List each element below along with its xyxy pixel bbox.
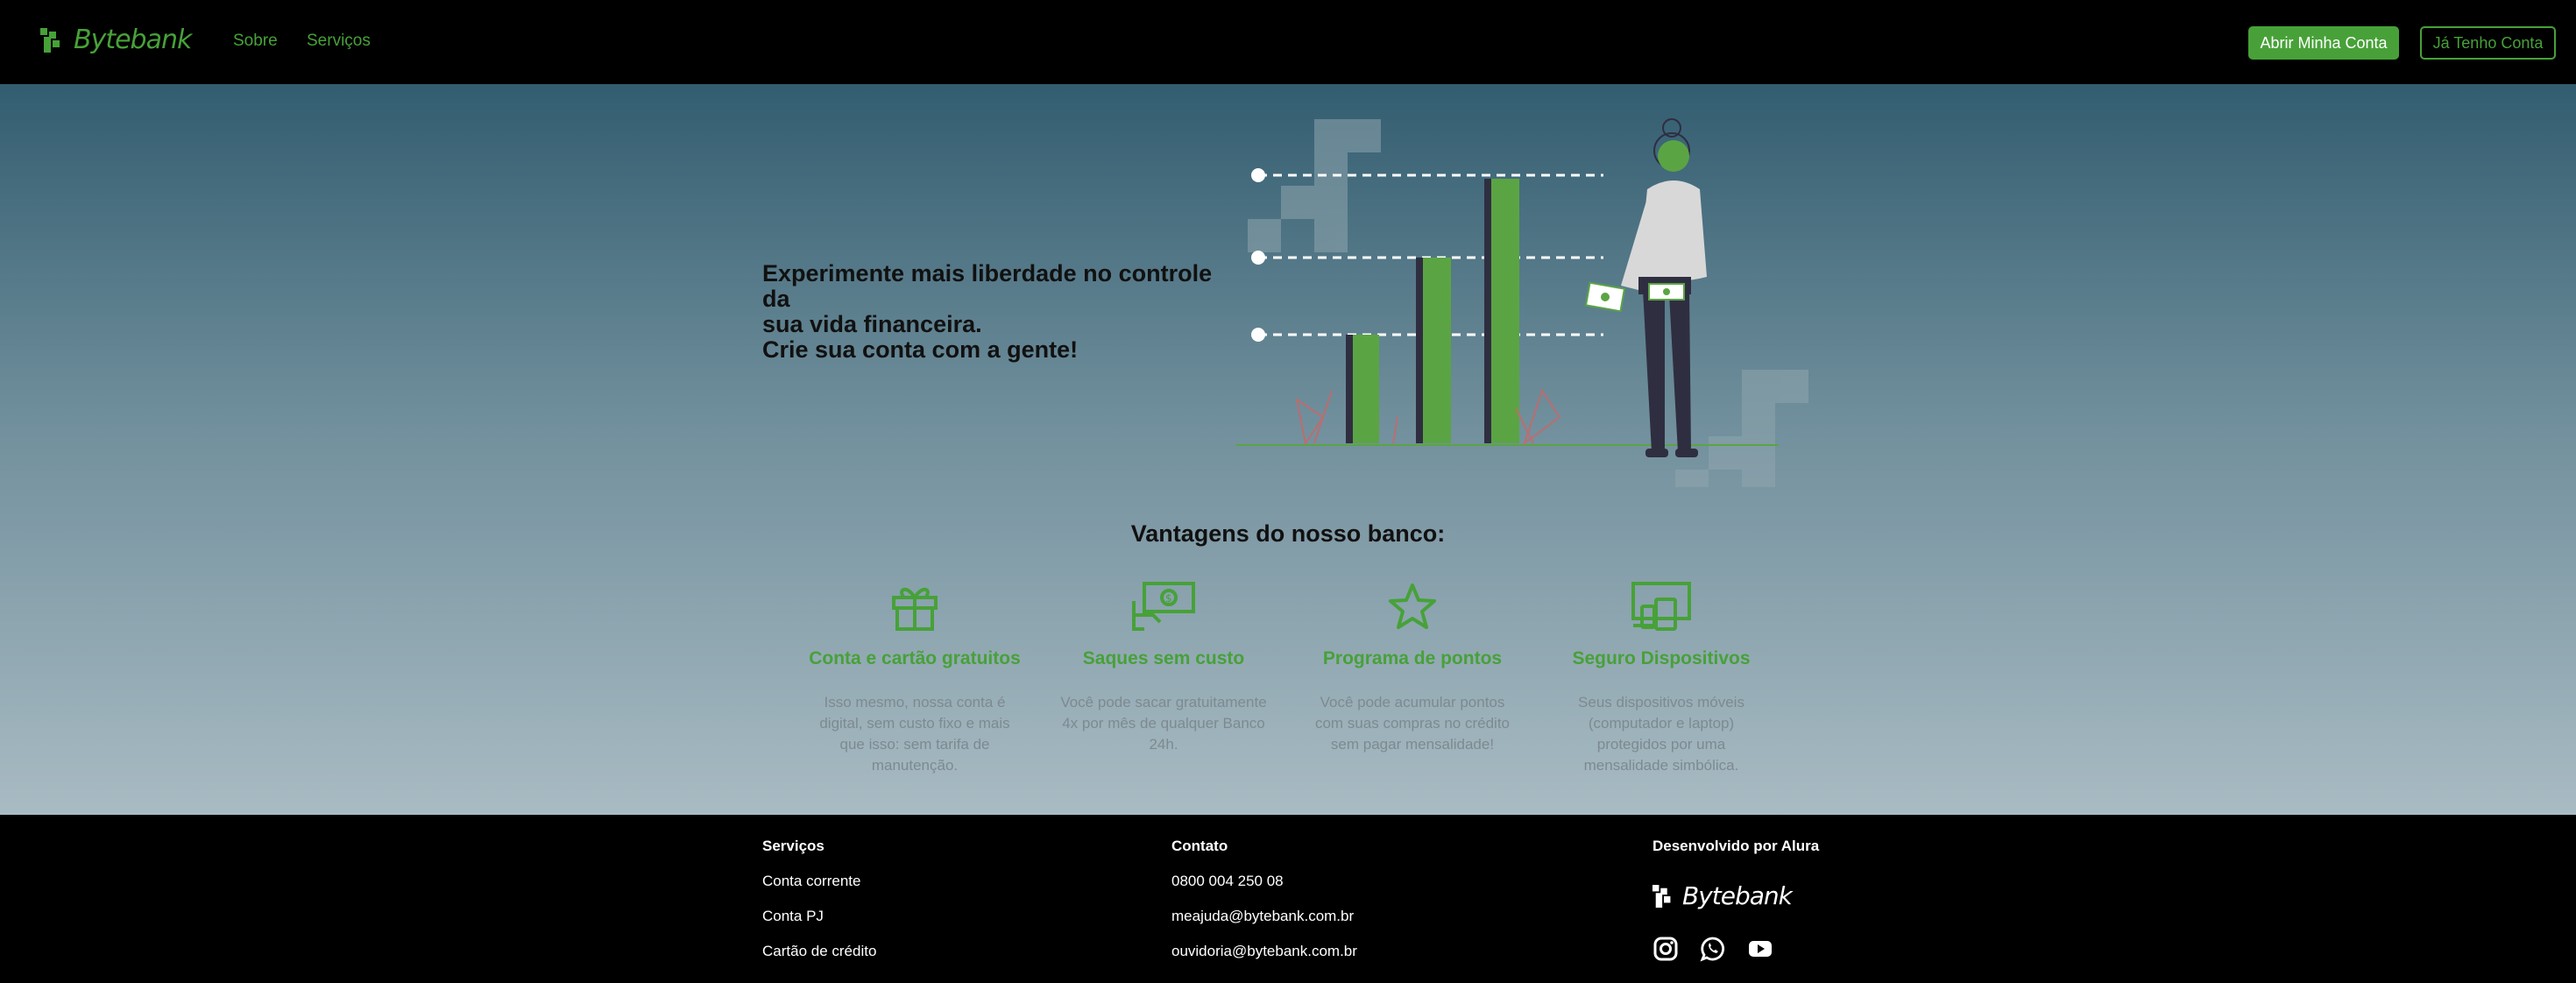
youtube-icon[interactable]	[1747, 936, 1773, 962]
login-button[interactable]: Já Tenho Conta	[2420, 26, 2556, 60]
benefit-text: Você pode acumular pontos com suas compr…	[1314, 694, 1511, 753]
pixel-pattern-top	[1248, 119, 1381, 252]
hero-line-2: sua vida financeira.	[762, 311, 982, 337]
hero-line-1: Experimente mais liberdade no controle d…	[762, 260, 1213, 312]
footer-link-credit-card[interactable]: Cartão de crédito	[762, 943, 876, 960]
footer-link-business-account[interactable]: Conta PJ	[762, 908, 824, 925]
nav-servicos[interactable]: Serviços	[307, 32, 371, 51]
benefit-card-free-account: Conta e cartão gratuitos Isso mesmo, nos…	[801, 578, 1029, 776]
benefit-card-device-insurance: Seguro Dispositivos Seus dispositivos mó…	[1547, 578, 1775, 776]
logo-text: Bytebank	[74, 25, 192, 55]
benefit-title: Saques sem custo	[1082, 648, 1245, 668]
star-icon	[1389, 583, 1436, 629]
benefit-title: Programa de pontos	[1322, 648, 1503, 668]
devices-icon	[1631, 582, 1691, 631]
instagram-icon[interactable]	[1652, 936, 1679, 962]
nav-sobre[interactable]: Sobre	[233, 32, 278, 51]
hero-headline: Experimente mais liberdade no controle d…	[762, 261, 1235, 363]
svg-text:$: $	[1165, 592, 1172, 605]
benefit-text: Seus dispositivos móveis (computador e l…	[1578, 694, 1744, 774]
site-header: Bytebank Sobre Serviços Abrir Minha Cont…	[0, 0, 2576, 84]
bytebank-logo[interactable]: Bytebank	[40, 25, 192, 55]
footer-email-ombudsman[interactable]: ouvidoria@bytebank.com.br	[1171, 943, 1357, 960]
hero-line-3: Crie sua conta com a gente!	[762, 336, 1079, 363]
benefits-title: Vantagens do nosso banco:	[1130, 520, 1446, 547]
footer-email-help[interactable]: meajuda@bytebank.com.br	[1171, 908, 1354, 925]
site-footer: Serviços Conta corrente Conta PJ Cartão …	[0, 815, 2576, 983]
benefit-card-points: Programa de pontos Você pode acumular po…	[1299, 578, 1526, 755]
benefit-title: Seguro Dispositivos	[1572, 648, 1751, 668]
bytebank-logo-icon	[40, 27, 60, 53]
hero-illustration	[1235, 118, 1808, 487]
pixel-pattern-bottom	[1675, 370, 1808, 487]
footer-bytebank-logo: Bytebank	[1652, 881, 1793, 910]
open-account-button[interactable]: Abrir Minha Conta	[2248, 26, 2399, 60]
cash-withdrawal-icon: $	[1132, 582, 1195, 631]
footer-logo-text: Bytebank	[1682, 881, 1793, 910]
bytebank-logo-icon	[1652, 884, 1671, 908]
footer-dev-title: Desenvolvido por Alura	[1652, 838, 1820, 854]
footer-services-title: Serviços	[762, 838, 824, 854]
footer-contact-title: Contato	[1171, 838, 1228, 854]
benefit-card-free-withdrawal: $ Saques sem custo Você pode sacar gratu…	[1050, 578, 1277, 755]
gift-icon	[892, 587, 938, 631]
whatsapp-icon[interactable]	[1700, 936, 1726, 962]
footer-link-checking-account[interactable]: Conta corrente	[762, 873, 860, 890]
benefit-text: Você pode sacar gratuitamente 4x por mês…	[1060, 694, 1267, 753]
benefit-title: Conta e cartão gratuitos	[809, 648, 1021, 668]
benefit-text: Isso mesmo, nossa conta é digital, sem c…	[819, 694, 1010, 774]
footer-phone: 0800 004 250 08	[1171, 873, 1284, 889]
hero-section: Experimente mais liberdade no controle d…	[0, 84, 2576, 815]
person-figure	[1584, 118, 1707, 457]
